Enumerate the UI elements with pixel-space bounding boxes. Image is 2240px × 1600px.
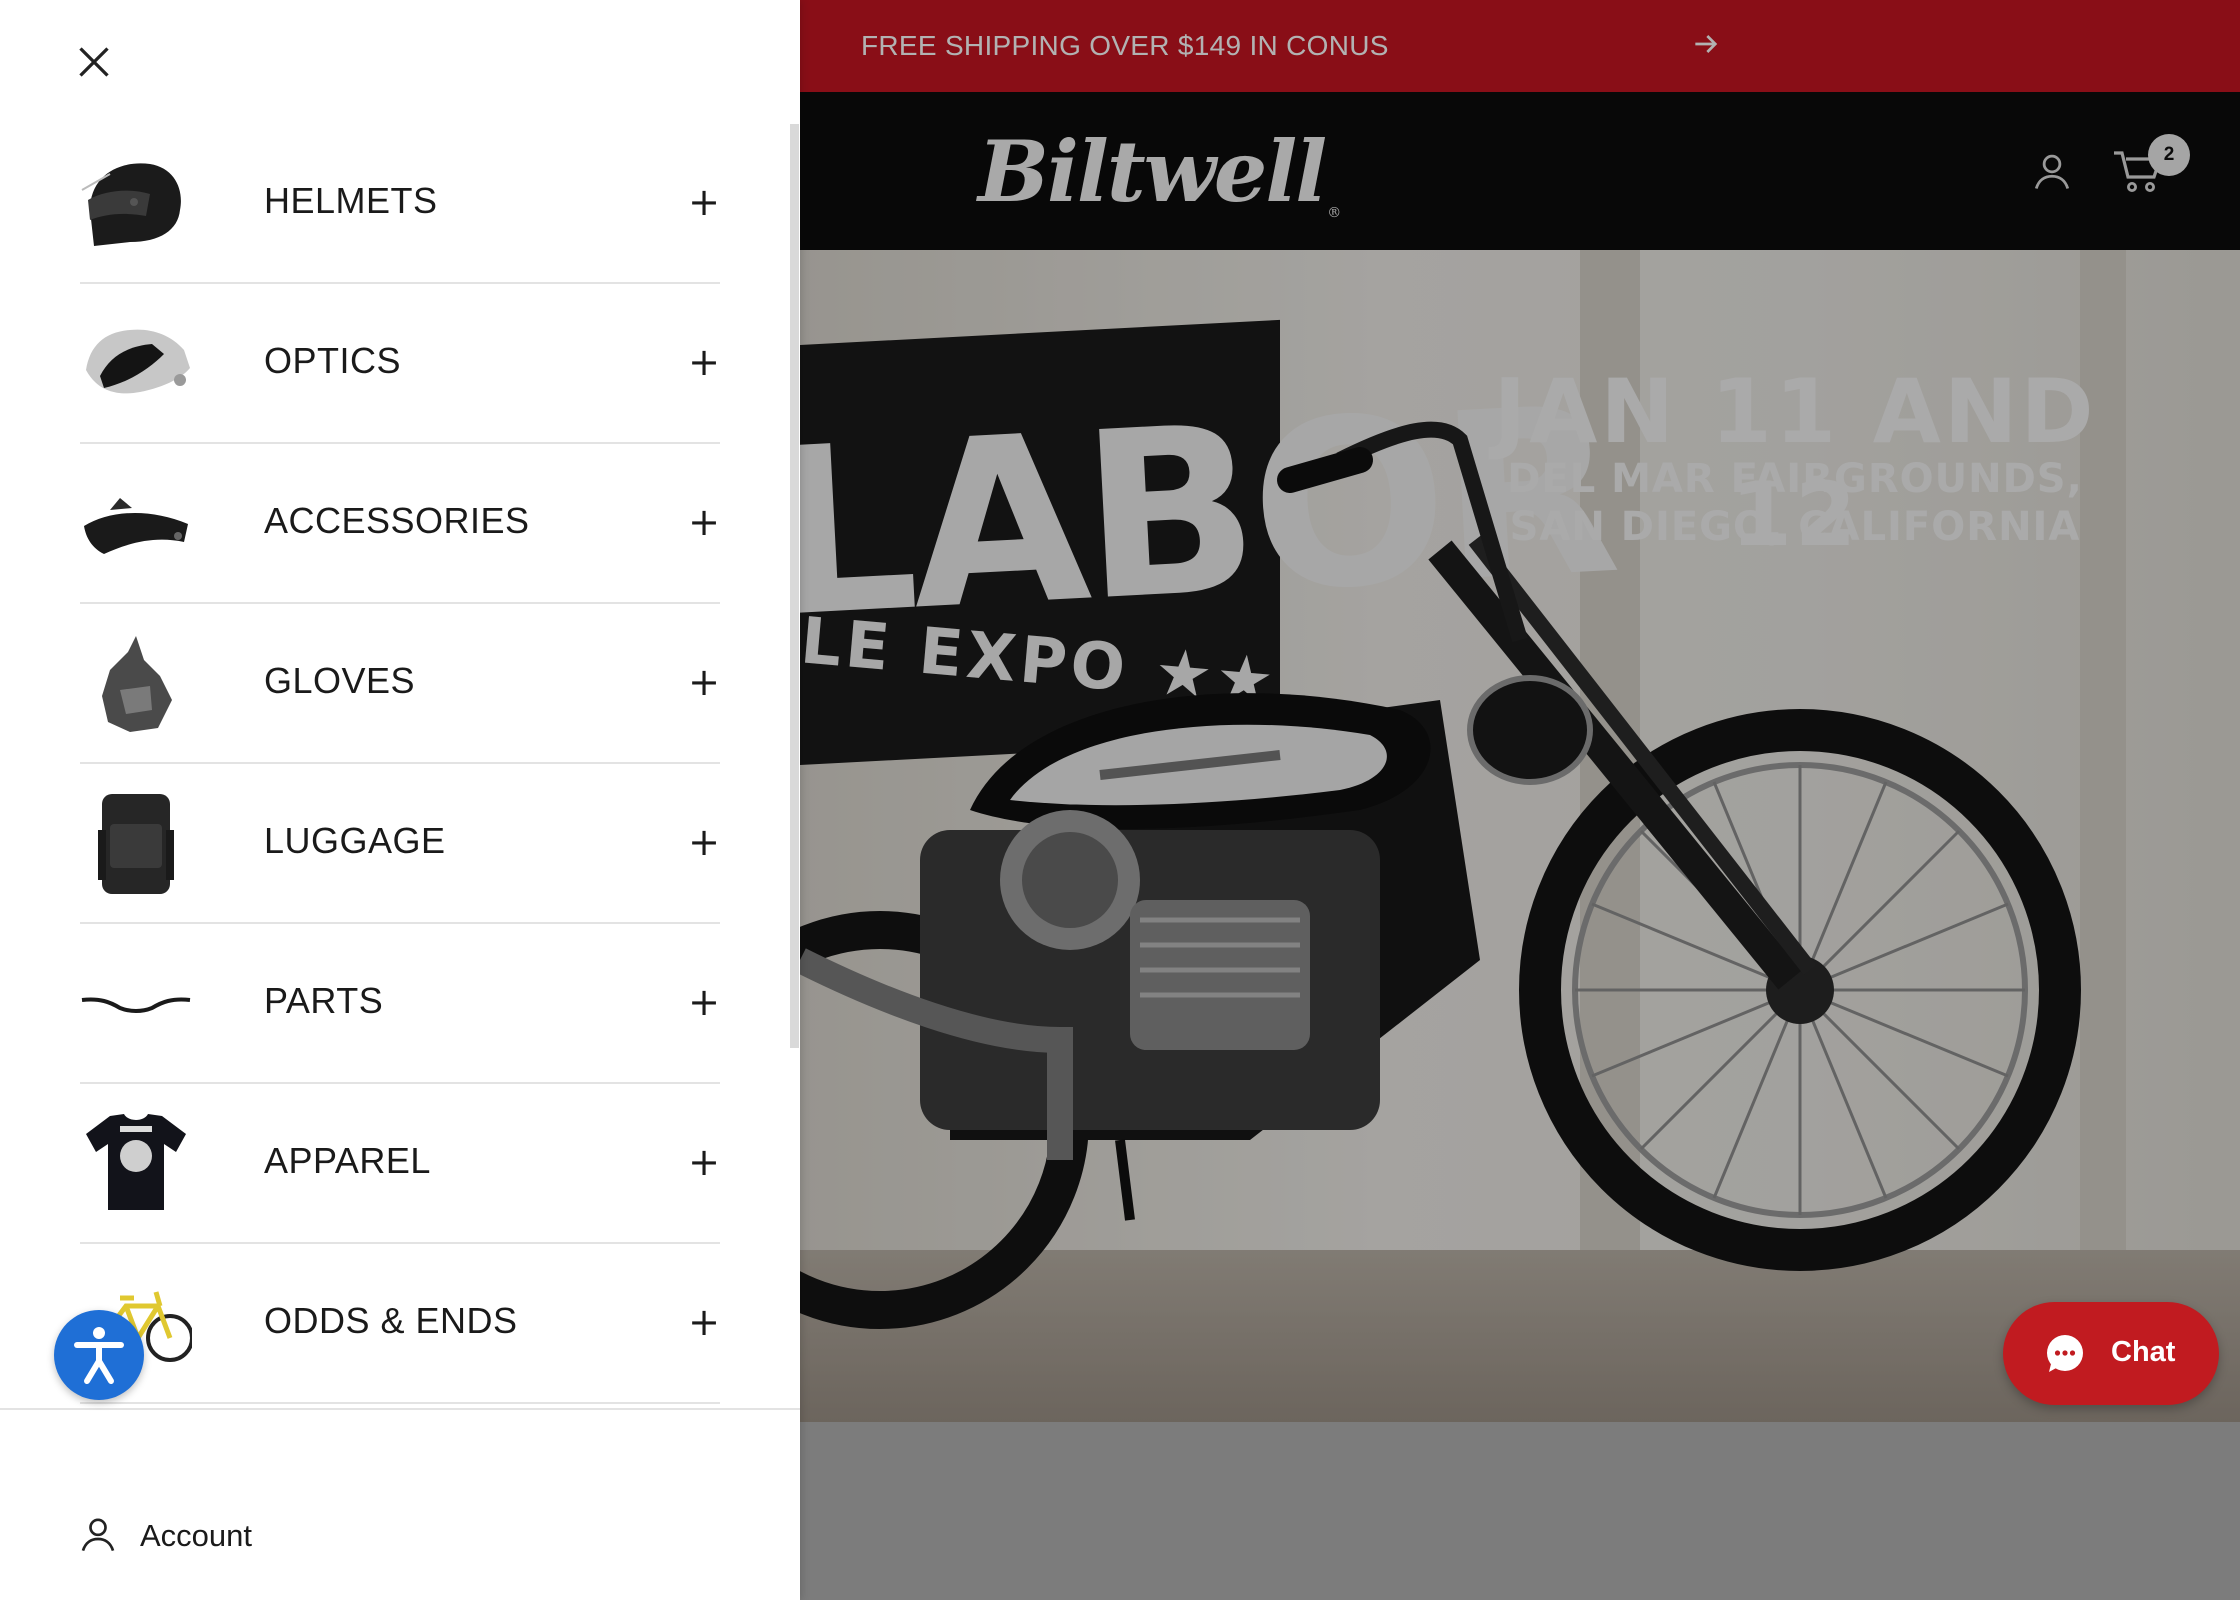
plus-icon[interactable]: + xyxy=(688,1300,720,1344)
accessibility-button[interactable] xyxy=(54,1310,144,1400)
plus-icon[interactable]: + xyxy=(688,500,720,544)
menu-item-helmets[interactable]: HELMETS + xyxy=(80,124,720,284)
menu-item-label: GLOVES xyxy=(264,660,416,701)
plus-icon[interactable]: + xyxy=(688,820,720,864)
drawer-scrollbar-thumb[interactable] xyxy=(790,124,799,1048)
plus-icon[interactable]: + xyxy=(688,180,720,224)
plus-icon[interactable]: + xyxy=(688,1140,720,1184)
menu-item-label: OPTICS xyxy=(264,340,402,381)
plus-icon[interactable]: + xyxy=(688,340,720,384)
menu-item-optics[interactable]: OPTICS + xyxy=(80,284,720,444)
menu-item-label: LUGGAGE xyxy=(264,820,446,861)
plus-icon[interactable]: + xyxy=(688,660,720,704)
menu-item-parts[interactable]: PARTS + xyxy=(80,924,720,1084)
menu-item-label: ACCESSORIES xyxy=(264,500,530,541)
helmet-thumbnail xyxy=(81,163,181,246)
menu-item-gloves[interactable]: GLOVES + xyxy=(80,604,720,764)
menu-item-label: APPAREL xyxy=(264,1140,431,1181)
menu-item-label: HELMETS xyxy=(264,180,438,221)
backpack-thumbnail xyxy=(98,794,174,894)
account-label: Account xyxy=(140,1518,253,1553)
chat-label: Chat xyxy=(2111,1336,2176,1368)
menu-item-accessories[interactable]: ACCESSORIES + xyxy=(80,444,720,604)
menu-item-label: ODDS & ENDS xyxy=(264,1300,518,1341)
visor-thumbnail xyxy=(86,329,190,394)
chat-bubble-icon xyxy=(2047,1335,2083,1372)
menu-item-label: PARTS xyxy=(264,980,384,1021)
chat-button[interactable]: Chat xyxy=(2003,1302,2219,1405)
menu-item-luggage[interactable]: LUGGAGE + xyxy=(80,764,720,924)
drawer-footer-divider xyxy=(0,1408,800,1410)
category-menu: HELMETS + OPTICS + ACCESSORIES + GLOVES … xyxy=(80,124,720,1404)
accessibility-icon xyxy=(74,1327,124,1384)
tshirt-thumbnail xyxy=(86,1114,186,1210)
menu-item-odds-ends[interactable]: ODDS & ENDS + xyxy=(80,1244,720,1404)
user-icon xyxy=(81,1518,115,1552)
handlebar-thumbnail xyxy=(81,997,191,1013)
close-icon[interactable] xyxy=(76,44,112,80)
helmet-peak-thumbnail xyxy=(84,498,188,554)
plus-icon[interactable]: + xyxy=(688,980,720,1024)
menu-item-apparel[interactable]: APPAREL + xyxy=(80,1084,720,1244)
glove-thumbnail xyxy=(102,636,172,732)
